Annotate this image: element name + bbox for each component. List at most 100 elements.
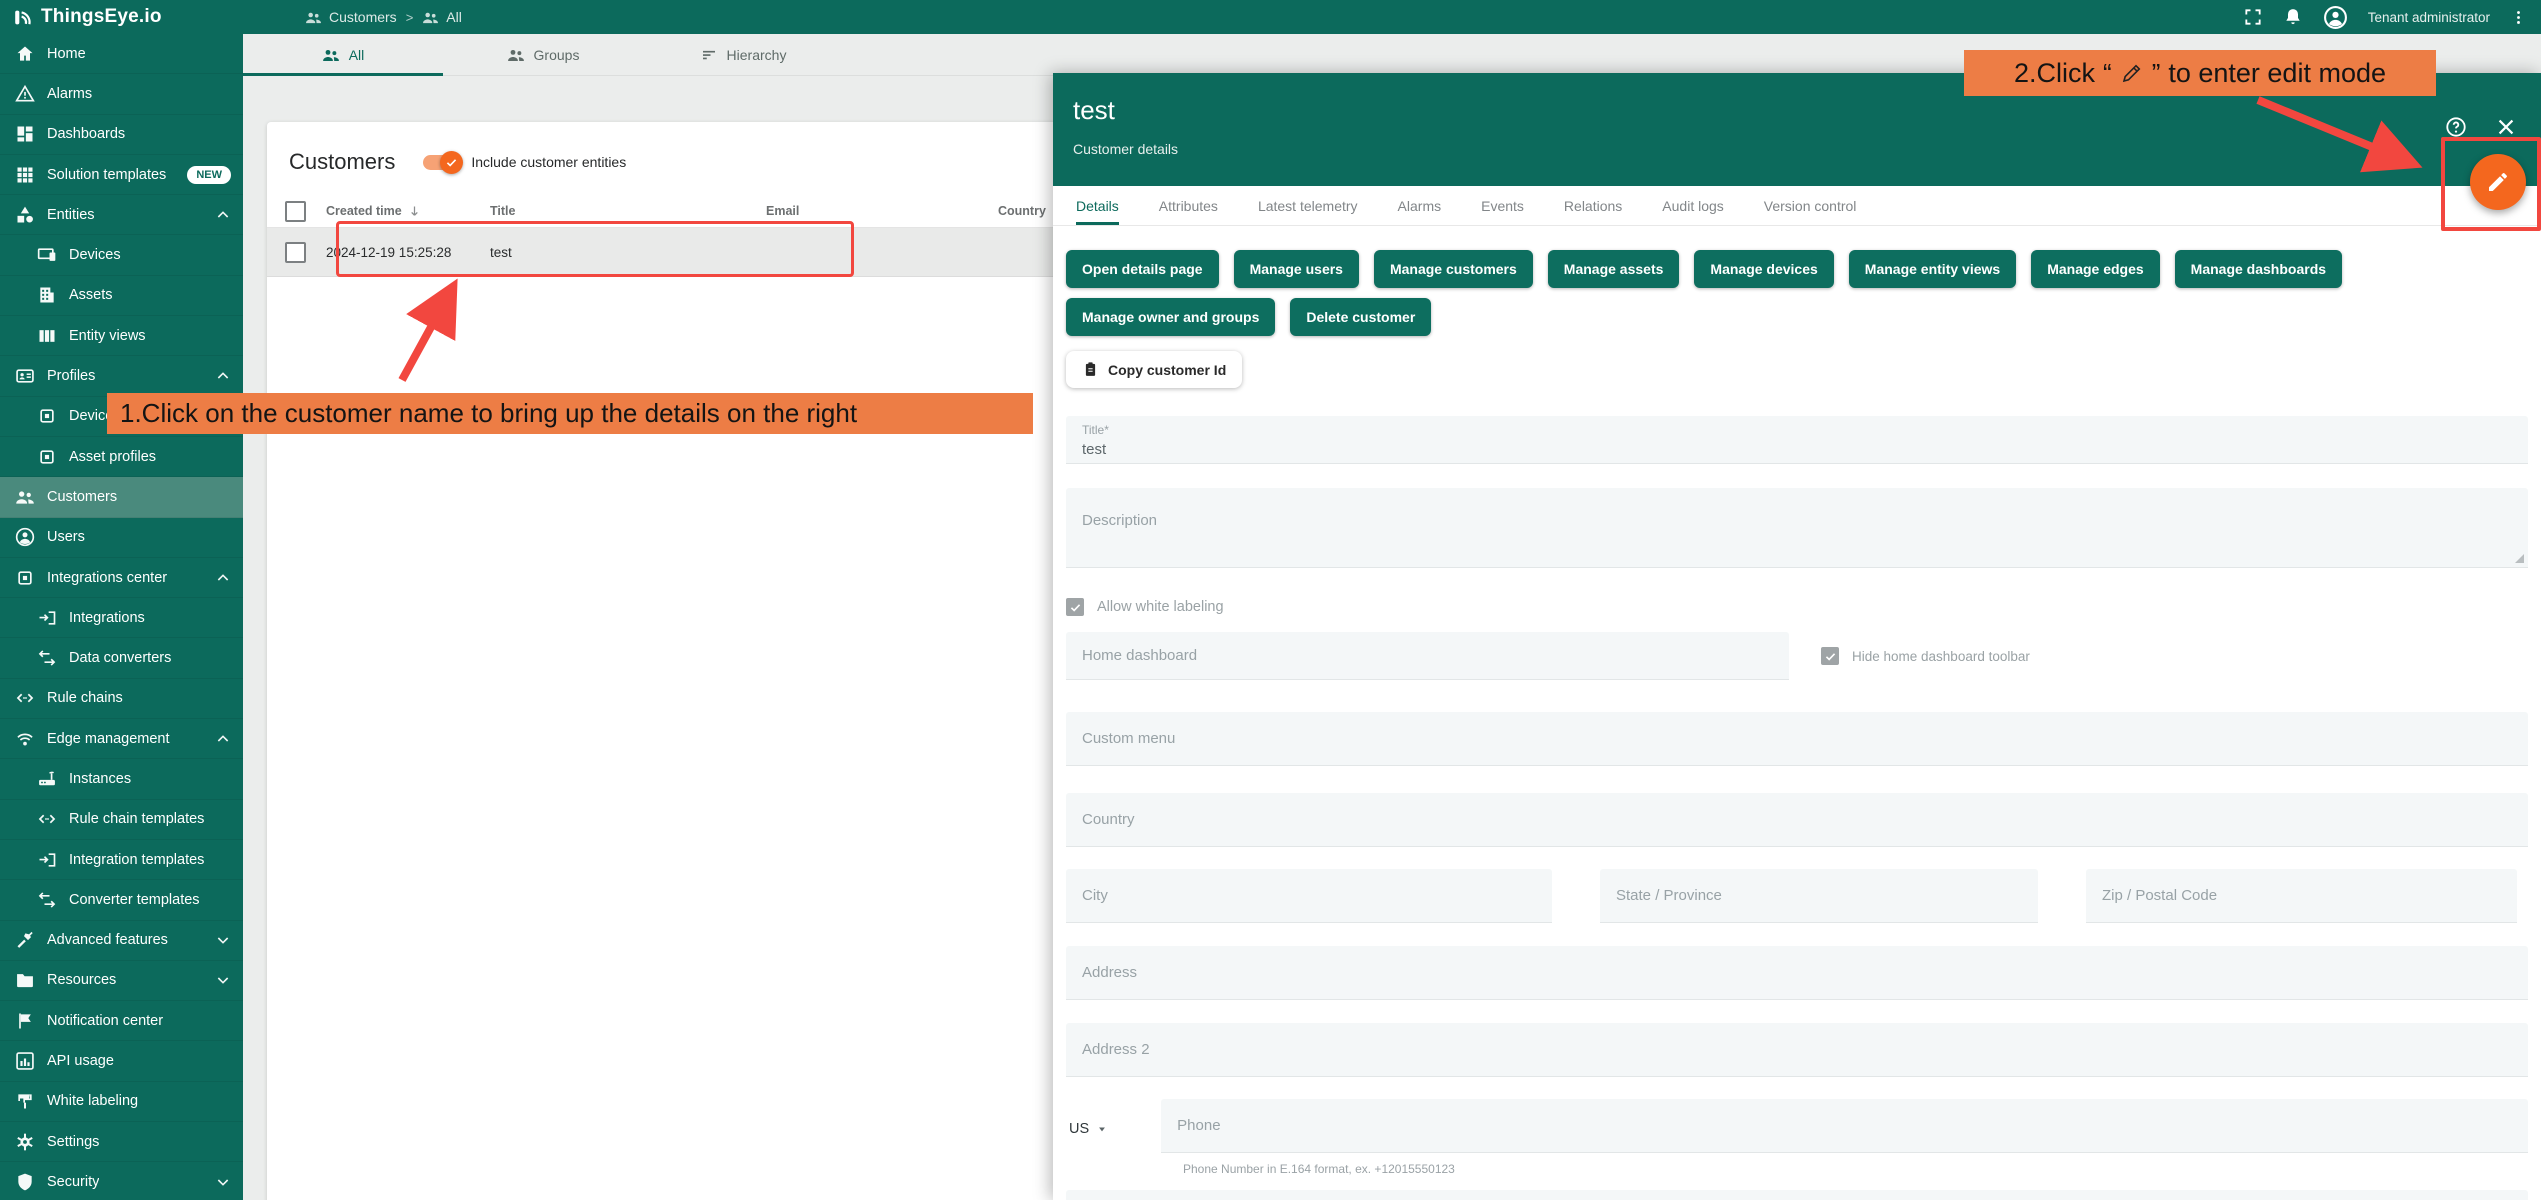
manage-entity-views-button[interactable]: Manage entity views (1849, 250, 2016, 288)
sidebar-item-home[interactable]: Home (0, 34, 243, 74)
manage-devices-button[interactable]: Manage devices (1694, 250, 1833, 288)
select-all-checkbox[interactable] (285, 201, 306, 222)
user-role-label: Tenant administrator (2368, 10, 2490, 25)
sidebar-item-resources[interactable]: Resources (0, 961, 243, 1001)
avatar[interactable] (2323, 5, 2348, 30)
sidebar-item-assets[interactable]: Assets (0, 276, 243, 316)
fullscreen-icon[interactable] (2243, 7, 2263, 27)
phone-country-select[interactable]: US (1069, 1121, 1109, 1153)
sidebar-item-data-converters[interactable]: Data converters (0, 638, 243, 678)
address-field[interactable]: Address (1066, 946, 2528, 1000)
sidebar-item-notification-center[interactable]: Notification center (0, 1001, 243, 1041)
kebab-menu-icon[interactable] (2510, 9, 2527, 26)
toggle-thumb (440, 151, 463, 174)
sidebar-item-integrations-center[interactable]: Integrations center (0, 558, 243, 598)
email-field[interactable]: Email (1066, 1190, 2528, 1200)
sidebar-item-instances[interactable]: Instances (0, 759, 243, 799)
sidebar-item-advanced-features[interactable]: Advanced features (0, 921, 243, 961)
sidebar-item-users[interactable]: Users (0, 518, 243, 558)
hide-home-dashboard-toolbar-row: Hide home dashboard toolbar (1821, 647, 2030, 665)
app-logo[interactable]: ThingsEye.io (0, 6, 243, 28)
home-icon (15, 44, 35, 64)
title-field[interactable]: Title* test (1066, 416, 2528, 464)
sidebar-item-integrations[interactable]: Integrations (0, 598, 243, 638)
sidebar-item-entities[interactable]: Entities (0, 195, 243, 235)
include-customer-entities-toggle[interactable] (423, 155, 460, 170)
delete-customer-button[interactable]: Delete customer (1290, 298, 1431, 336)
sidebar-item-integration-templates[interactable]: Integration templates (0, 840, 243, 880)
edit-button-highlight-box (2441, 137, 2541, 231)
row-checkbox[interactable] (285, 242, 306, 263)
tab-hierarchy[interactable]: Hierarchy (643, 34, 843, 75)
sidebar-item-white-labeling[interactable]: White labeling (0, 1082, 243, 1122)
home-dashboard-row: Home dashboard Hide home dashboard toolb… (1066, 632, 2528, 680)
tab-alarms[interactable]: Alarms (1398, 186, 1442, 225)
action-buttons-row-1: Open details page Manage users Manage cu… (1066, 250, 2528, 288)
sidebar-item-devices[interactable]: Devices (0, 235, 243, 275)
tab-details[interactable]: Details (1076, 186, 1119, 225)
sidebar-item-rule-chains[interactable]: Rule chains (0, 679, 243, 719)
manage-users-button[interactable]: Manage users (1234, 250, 1359, 288)
column-header-created-time[interactable]: Created time (326, 204, 490, 219)
users-icon (15, 527, 35, 547)
breadcrumb-customers[interactable]: Customers (305, 9, 397, 26)
state-province-field[interactable]: State / Province (1600, 869, 2038, 923)
hide-home-dashboard-toolbar-checkbox[interactable] (1821, 647, 1839, 665)
chevron-down-icon (215, 1174, 231, 1190)
tab-audit-logs[interactable]: Audit logs (1662, 186, 1723, 225)
chevron-down-icon (215, 972, 231, 988)
manage-edges-button[interactable]: Manage edges (2031, 250, 2159, 288)
country-field[interactable]: Country (1066, 793, 2528, 847)
tab-latest-telemetry[interactable]: Latest telemetry (1258, 186, 1358, 225)
sidebar-item-rule-chain-templates[interactable]: Rule chain templates (0, 800, 243, 840)
sidebar-item-api-usage[interactable]: API usage (0, 1041, 243, 1081)
city-field[interactable]: City (1066, 869, 1552, 923)
description-field[interactable]: Description (1066, 488, 2528, 568)
hierarchy-icon (700, 46, 718, 64)
open-details-page-button[interactable]: Open details page (1066, 250, 1219, 288)
logo-text: ThingsEye.io (41, 6, 162, 28)
entity-views-icon (37, 326, 57, 346)
notifications-bell-icon[interactable] (2283, 7, 2303, 27)
column-header-email[interactable]: Email (766, 204, 998, 218)
custom-menu-field[interactable]: Custom menu (1066, 712, 2528, 766)
allow-white-labeling-checkbox[interactable] (1066, 598, 1084, 616)
home-dashboard-field[interactable]: Home dashboard (1066, 632, 1789, 680)
column-header-title[interactable]: Title (490, 204, 766, 218)
sidebar-item-edge-management[interactable]: Edge management (0, 719, 243, 759)
details-tab-bar: Details Attributes Latest telemetry Alar… (1053, 186, 2541, 226)
sidebar-item-alarms[interactable]: Alarms (0, 74, 243, 114)
tab-groups[interactable]: Groups (443, 34, 643, 75)
manage-owner-and-groups-button[interactable]: Manage owner and groups (1066, 298, 1275, 336)
phone-field[interactable]: Phone (1161, 1099, 2528, 1153)
sidebar-item-profiles[interactable]: Profiles (0, 356, 243, 396)
sidebar-item-entity-views[interactable]: Entity views (0, 316, 243, 356)
manage-assets-button[interactable]: Manage assets (1548, 250, 1680, 288)
sidebar-item-solution-templates[interactable]: Solution templatesNEW (0, 155, 243, 195)
sidebar-item-asset-profiles[interactable]: Asset profiles (0, 437, 243, 477)
check-icon (445, 156, 458, 169)
sidebar-item-security[interactable]: Security (0, 1162, 243, 1200)
rule-chain-templates-icon (37, 809, 57, 829)
address2-field[interactable]: Address 2 (1066, 1023, 2528, 1077)
sidebar-item-dashboards[interactable]: Dashboards (0, 115, 243, 155)
profiles-icon (15, 366, 35, 386)
sidebar-item-converter-templates[interactable]: Converter templates (0, 880, 243, 920)
details-body: Open details page Manage users Manage cu… (1053, 226, 2541, 1200)
breadcrumb-all[interactable]: All (422, 9, 462, 26)
tab-attributes[interactable]: Attributes (1159, 186, 1218, 225)
tab-relations[interactable]: Relations (1564, 186, 1622, 225)
manage-dashboards-button[interactable]: Manage dashboards (2175, 250, 2342, 288)
caret-down-icon (1095, 1122, 1109, 1136)
copy-customer-id-button[interactable]: Copy customer Id (1066, 351, 1242, 388)
tab-version-control[interactable]: Version control (1764, 186, 1857, 225)
rule-chains-icon (15, 688, 35, 708)
sidebar-item-settings[interactable]: Settings (0, 1122, 243, 1162)
zip-postal-code-field[interactable]: Zip / Postal Code (2086, 869, 2517, 923)
sidebar-item-customers[interactable]: Customers (0, 477, 243, 517)
logo-icon (12, 6, 34, 28)
tab-all[interactable]: All (243, 34, 443, 75)
tab-events[interactable]: Events (1481, 186, 1524, 225)
integrations-icon (37, 608, 57, 628)
manage-customers-button[interactable]: Manage customers (1374, 250, 1533, 288)
